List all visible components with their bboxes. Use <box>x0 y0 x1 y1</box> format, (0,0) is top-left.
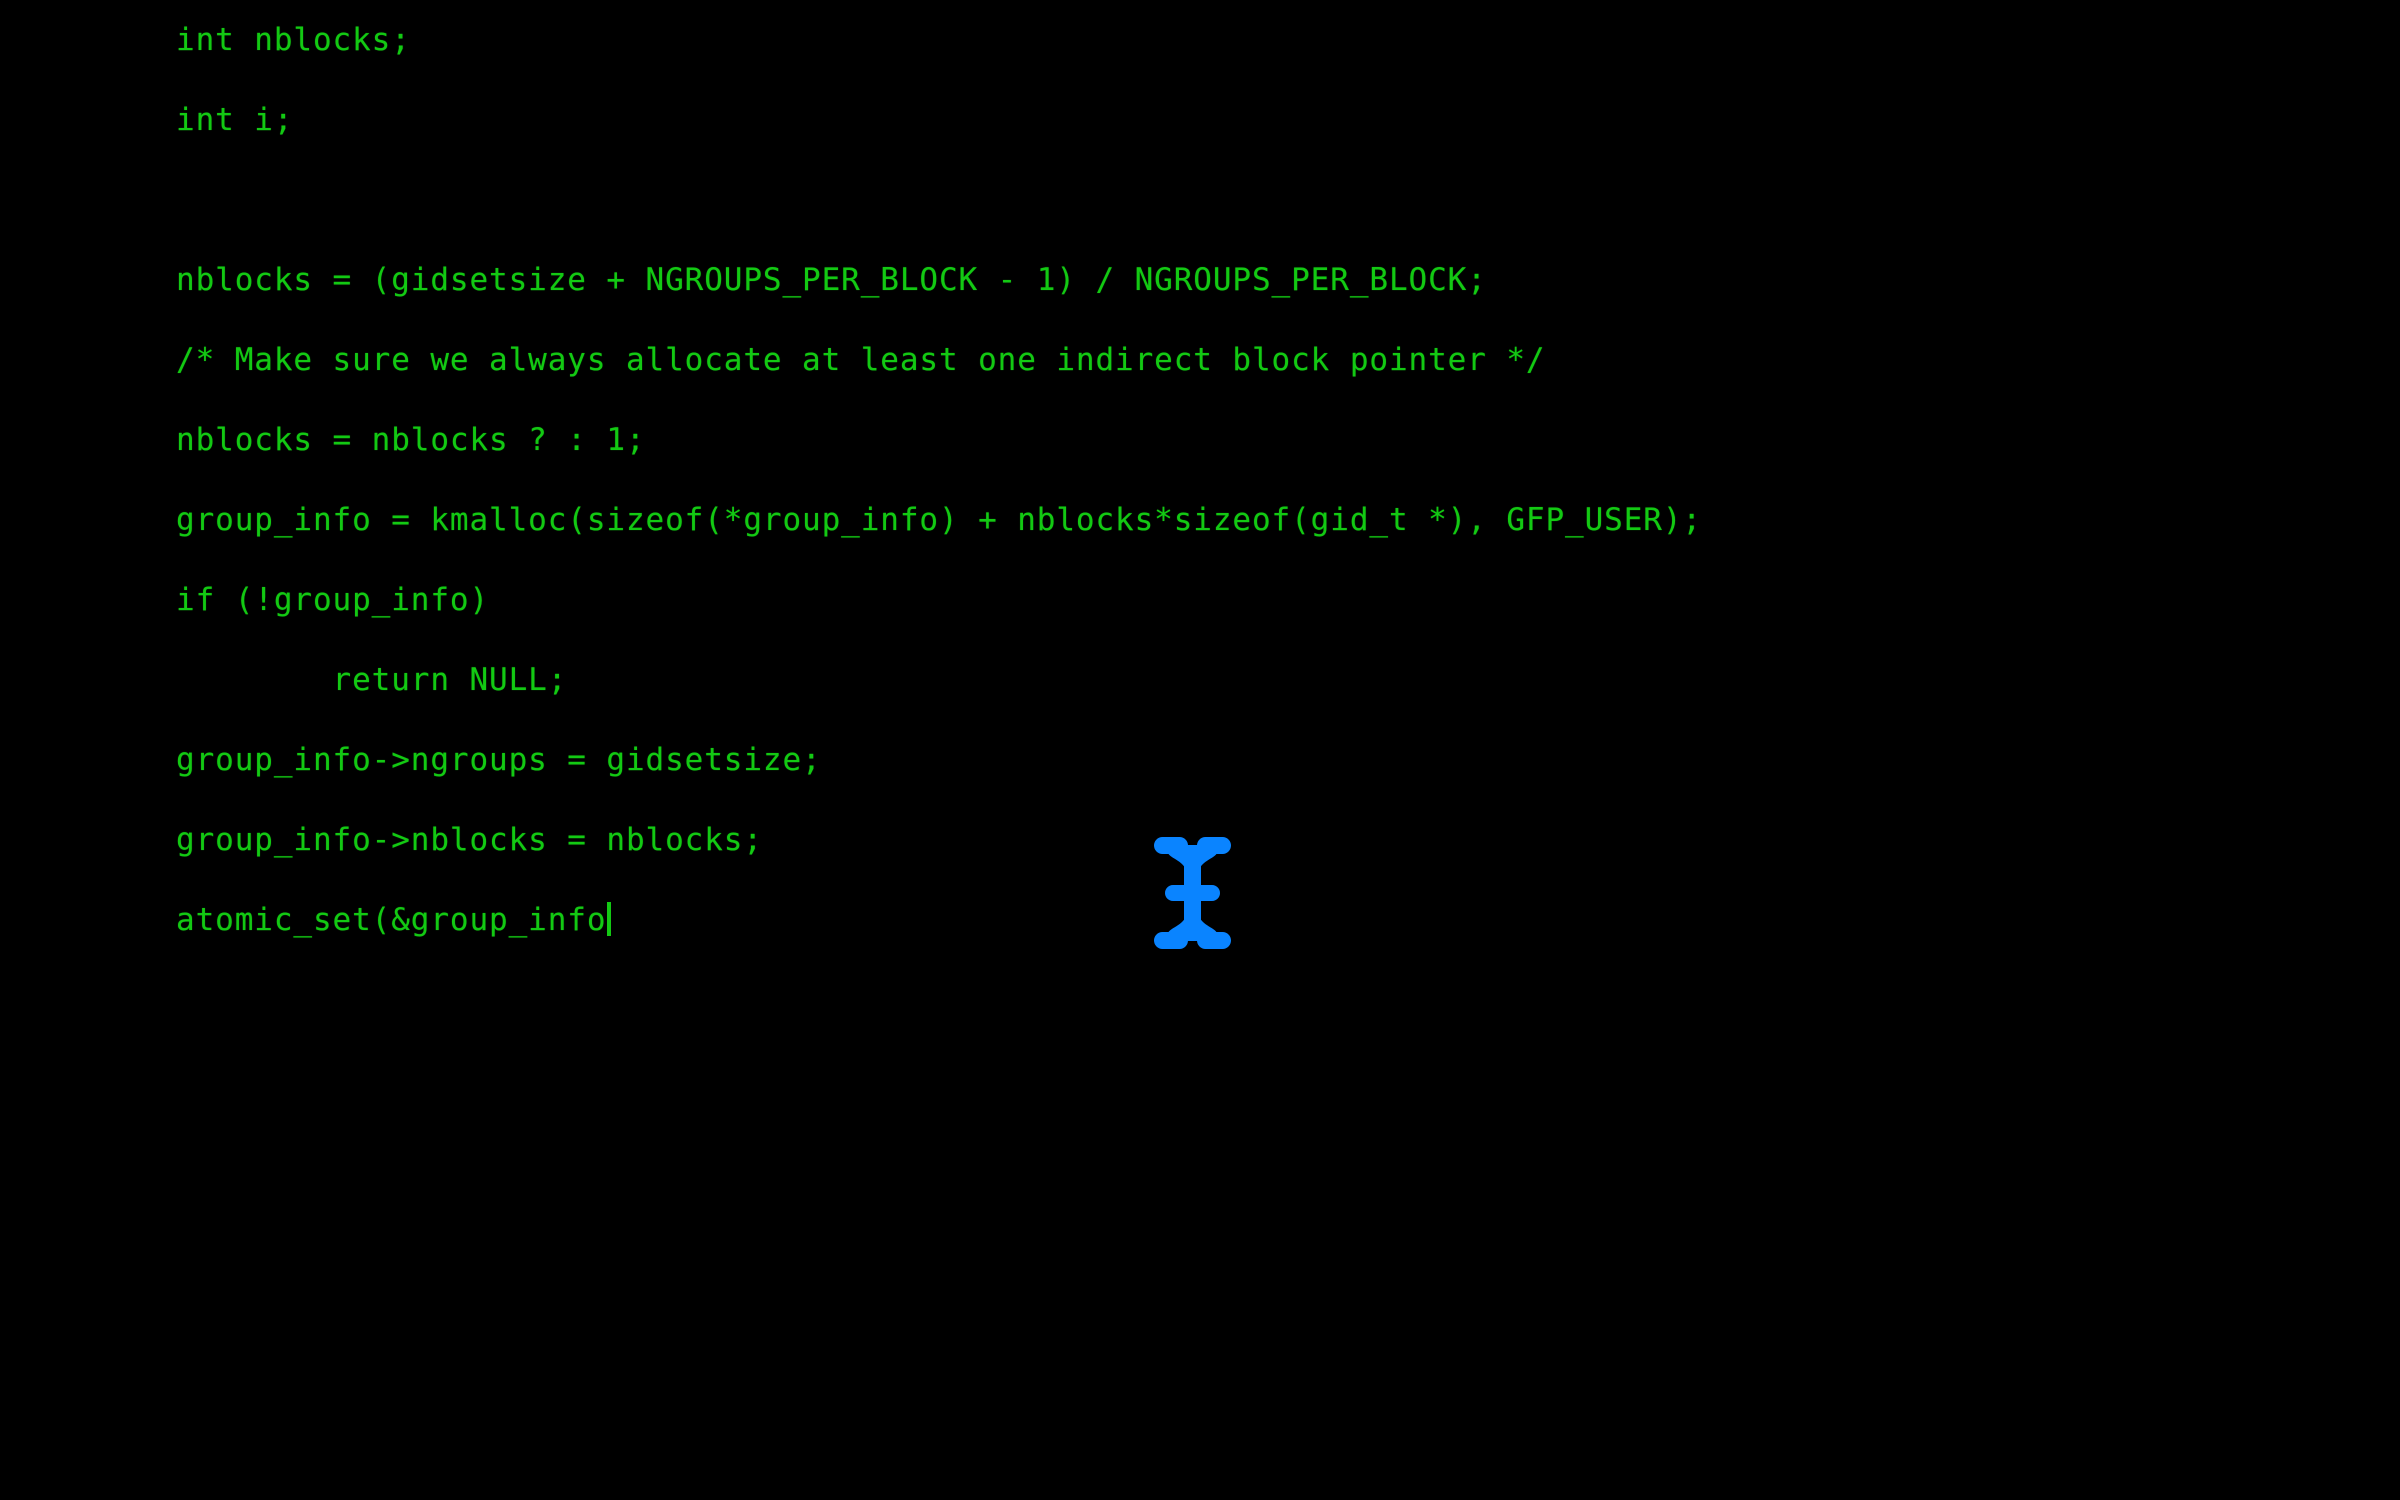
code-line-text: nblocks = nblocks ? : 1; <box>176 422 646 458</box>
code-line-text: return NULL; <box>176 662 568 698</box>
code-line-active[interactable]: atomic_set(&group_info <box>176 880 2276 960</box>
code-line[interactable]: int nblocks; <box>176 0 2276 80</box>
code-line[interactable]: group_info->nblocks = nblocks; <box>176 800 2276 880</box>
code-line-text: if (!group_info) <box>176 582 490 618</box>
code-line[interactable]: group_info->ngroups = gidsetsize; <box>176 720 2276 800</box>
code-line-blank[interactable] <box>176 160 2276 240</box>
code-line-comment[interactable]: /* Make sure we always allocate at least… <box>176 320 2276 400</box>
code-line-text: atomic_set(&group_info <box>176 902 607 938</box>
code-line-indented[interactable]: return NULL; <box>176 640 2276 720</box>
code-line[interactable]: nblocks = (gidsetsize + NGROUPS_PER_BLOC… <box>176 240 2276 320</box>
text-insertion-caret <box>607 902 612 936</box>
code-line-text: /* Make sure we always allocate at least… <box>176 342 1546 378</box>
code-line[interactable]: nblocks = nblocks ? : 1; <box>176 400 2276 480</box>
code-line-text: group_info->ngroups = gidsetsize; <box>176 742 822 778</box>
code-line[interactable]: group_info = kmalloc(sizeof(*group_info)… <box>176 480 2276 560</box>
code-content[interactable]: int nblocks; int i; nblocks = (gidsetsiz… <box>176 0 2276 960</box>
code-editor-surface[interactable]: int nblocks; int i; nblocks = (gidsetsiz… <box>0 0 2400 1500</box>
code-line-text: int nblocks; <box>176 22 411 58</box>
code-line[interactable]: if (!group_info) <box>176 560 2276 640</box>
code-line-text: group_info->nblocks = nblocks; <box>176 822 763 858</box>
code-line[interactable]: int i; <box>176 80 2276 160</box>
code-line-text: int i; <box>176 102 294 138</box>
code-line-text: group_info = kmalloc(sizeof(*group_info)… <box>176 502 1702 538</box>
code-line-text: nblocks = (gidsetsize + NGROUPS_PER_BLOC… <box>176 262 1487 298</box>
